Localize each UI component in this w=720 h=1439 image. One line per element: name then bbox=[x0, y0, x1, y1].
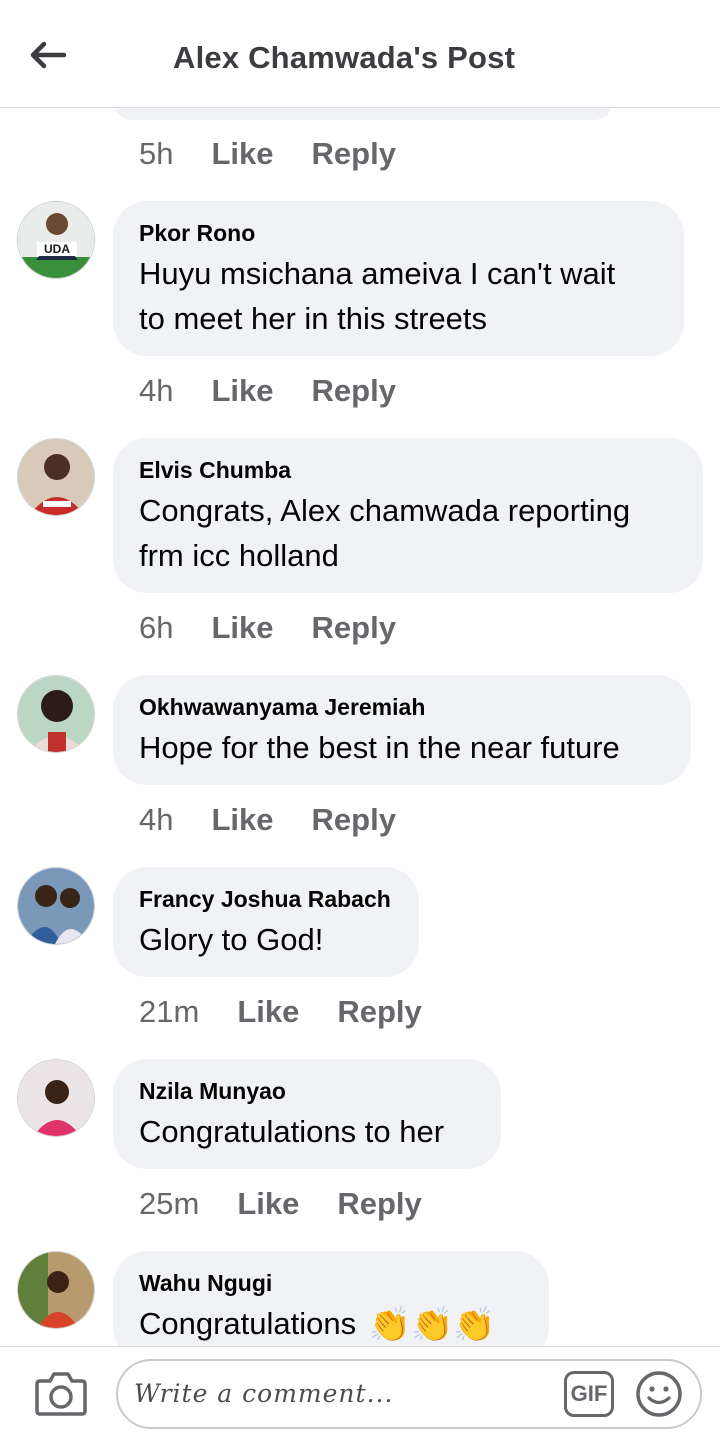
comment-time: 4h bbox=[139, 373, 174, 408]
camera-icon bbox=[35, 1372, 87, 1416]
emoji-icon bbox=[636, 1371, 682, 1417]
comment-author[interactable]: Pkor Rono bbox=[139, 219, 658, 247]
comment-bubble[interactable]: Okhwawanyama Jeremiah Hope for the best … bbox=[113, 675, 691, 785]
top-bar: Alex Chamwada's Post bbox=[0, 0, 720, 108]
comment-actions: 6h Like Reply bbox=[139, 610, 434, 646]
reply-button[interactable]: Reply bbox=[312, 373, 396, 409]
comment-time: 25m bbox=[139, 1186, 200, 1221]
avatar[interactable] bbox=[17, 1059, 95, 1137]
comment-text-line: to meet her in this streets bbox=[139, 301, 488, 336]
comment-author[interactable]: Elvis Chumba bbox=[139, 456, 677, 484]
comment-time: 21m bbox=[139, 994, 200, 1029]
comment-text: Congratulations bbox=[139, 1306, 357, 1341]
like-button[interactable]: Like bbox=[211, 136, 273, 172]
comment-actions: 4h Like Reply bbox=[139, 802, 434, 838]
comment-text-line: Congratulations 👏👏👏 bbox=[139, 1301, 523, 1346]
comment-text-line: frm icc holland bbox=[139, 538, 339, 573]
comment-time: 6h bbox=[139, 610, 174, 645]
comment-text-line: Huyu msichana ameiva I can't wait bbox=[139, 256, 616, 291]
comment-bubble[interactable]: Nzila Munyao Congratulations to her bbox=[113, 1059, 501, 1169]
like-button[interactable]: Like bbox=[211, 610, 273, 646]
comment-time: 5h bbox=[139, 136, 174, 171]
avatar[interactable] bbox=[17, 675, 95, 753]
comment-text-line: Hope for the best in the near future bbox=[139, 730, 620, 765]
comment-actions: 4h Like Reply bbox=[139, 373, 434, 409]
comment-text-line: Congrats, Alex chamwada reporting bbox=[139, 493, 631, 528]
comment-text-line: Glory to God! bbox=[139, 922, 324, 957]
reply-button[interactable]: Reply bbox=[337, 994, 421, 1030]
back-button[interactable] bbox=[22, 32, 72, 78]
like-button[interactable]: Like bbox=[211, 373, 273, 409]
comment-actions: 21m Like Reply bbox=[139, 994, 460, 1030]
gif-icon[interactable]: GIF bbox=[564, 1371, 614, 1417]
previous-comment-bubble bbox=[113, 108, 613, 120]
comment-text-line: Congratulations to her bbox=[139, 1114, 445, 1149]
avatar[interactable] bbox=[17, 438, 95, 516]
page-title: Alex Chamwada's Post bbox=[173, 40, 516, 75]
like-button[interactable]: Like bbox=[237, 994, 299, 1030]
comment-bubble[interactable]: Pkor Rono Huyu msichana ameiva I can't w… bbox=[113, 201, 684, 356]
comment-bubble[interactable]: Wahu Ngugi Congratulations 👏👏👏 bbox=[113, 1251, 549, 1346]
comment-author[interactable]: Francy Joshua Rabach bbox=[139, 885, 393, 913]
comment-time: 4h bbox=[139, 802, 174, 837]
comment-actions: 25m Like Reply bbox=[139, 1186, 460, 1222]
comment-actions: 5h Like Reply bbox=[139, 136, 434, 172]
comment-author[interactable]: Okhwawanyama Jeremiah bbox=[139, 693, 665, 721]
reply-button[interactable]: Reply bbox=[337, 1186, 421, 1222]
reply-button[interactable]: Reply bbox=[312, 136, 396, 172]
comment-bubble[interactable]: Elvis Chumba Congrats, Alex chamwada rep… bbox=[113, 438, 703, 593]
comment-bubble[interactable]: Francy Joshua Rabach Glory to God! bbox=[113, 867, 419, 977]
avatar[interactable] bbox=[17, 1251, 95, 1329]
comment-author[interactable]: Nzila Munyao bbox=[139, 1077, 475, 1105]
comment-placeholder: Write a comment... bbox=[134, 1379, 394, 1408]
comment-author[interactable]: Wahu Ngugi bbox=[139, 1269, 523, 1297]
comment-input[interactable]: Write a comment... GIF bbox=[116, 1359, 702, 1429]
emoji-button[interactable] bbox=[634, 1369, 684, 1419]
avatar[interactable] bbox=[17, 867, 95, 945]
svg-text:UDA: UDA bbox=[44, 242, 70, 256]
like-button[interactable]: Like bbox=[237, 1186, 299, 1222]
clapping-hands-icon: 👏👏👏 bbox=[368, 1306, 496, 1345]
like-button[interactable]: Like bbox=[211, 802, 273, 838]
reply-button[interactable]: Reply bbox=[312, 610, 396, 646]
avatar[interactable]: UDA bbox=[17, 201, 95, 279]
comments-feed[interactable]: 5h Like Reply UDA Pkor Rono Huyu msichan… bbox=[0, 108, 720, 1346]
comment-composer: Write a comment... GIF bbox=[0, 1346, 720, 1439]
back-arrow-icon bbox=[30, 41, 66, 69]
camera-button[interactable] bbox=[34, 1369, 88, 1417]
reply-button[interactable]: Reply bbox=[312, 802, 396, 838]
